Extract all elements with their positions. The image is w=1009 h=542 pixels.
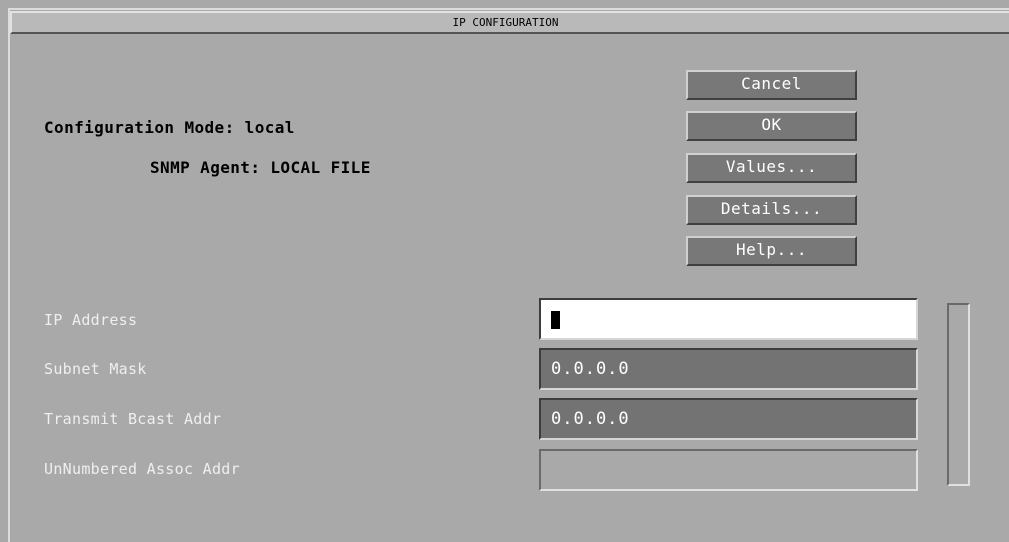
subnet-mask-input[interactable]: 0.0.0.0 xyxy=(539,348,918,390)
vertical-scrollbar[interactable] xyxy=(947,303,970,486)
cancel-button[interactable]: Cancel xyxy=(686,70,857,100)
snmp-agent-label: SNMP Agent: LOCAL FILE xyxy=(150,158,371,177)
help-button[interactable]: Help... xyxy=(686,236,857,266)
subnet-mask-label: Subnet Mask xyxy=(44,360,147,378)
ok-button[interactable]: OK xyxy=(686,111,857,141)
unnumbered-assoc-addr-input[interactable] xyxy=(539,449,918,491)
configuration-mode-label: Configuration Mode: local xyxy=(44,118,295,137)
transmit-bcast-addr-input[interactable]: 0.0.0.0 xyxy=(539,398,918,440)
values-button[interactable]: Values... xyxy=(686,153,857,183)
transmit-bcast-addr-label: Transmit Bcast Addr xyxy=(44,410,222,428)
ip-address-input[interactable] xyxy=(539,298,918,340)
details-button[interactable]: Details... xyxy=(686,195,857,225)
unnumbered-assoc-addr-label: UnNumbered Assoc Addr xyxy=(44,460,240,478)
ip-address-label: IP Address xyxy=(44,311,138,329)
window-title: IP CONFIGURATION xyxy=(452,16,559,29)
text-cursor xyxy=(551,311,560,329)
title-bar: IP CONFIGURATION xyxy=(10,11,1009,34)
